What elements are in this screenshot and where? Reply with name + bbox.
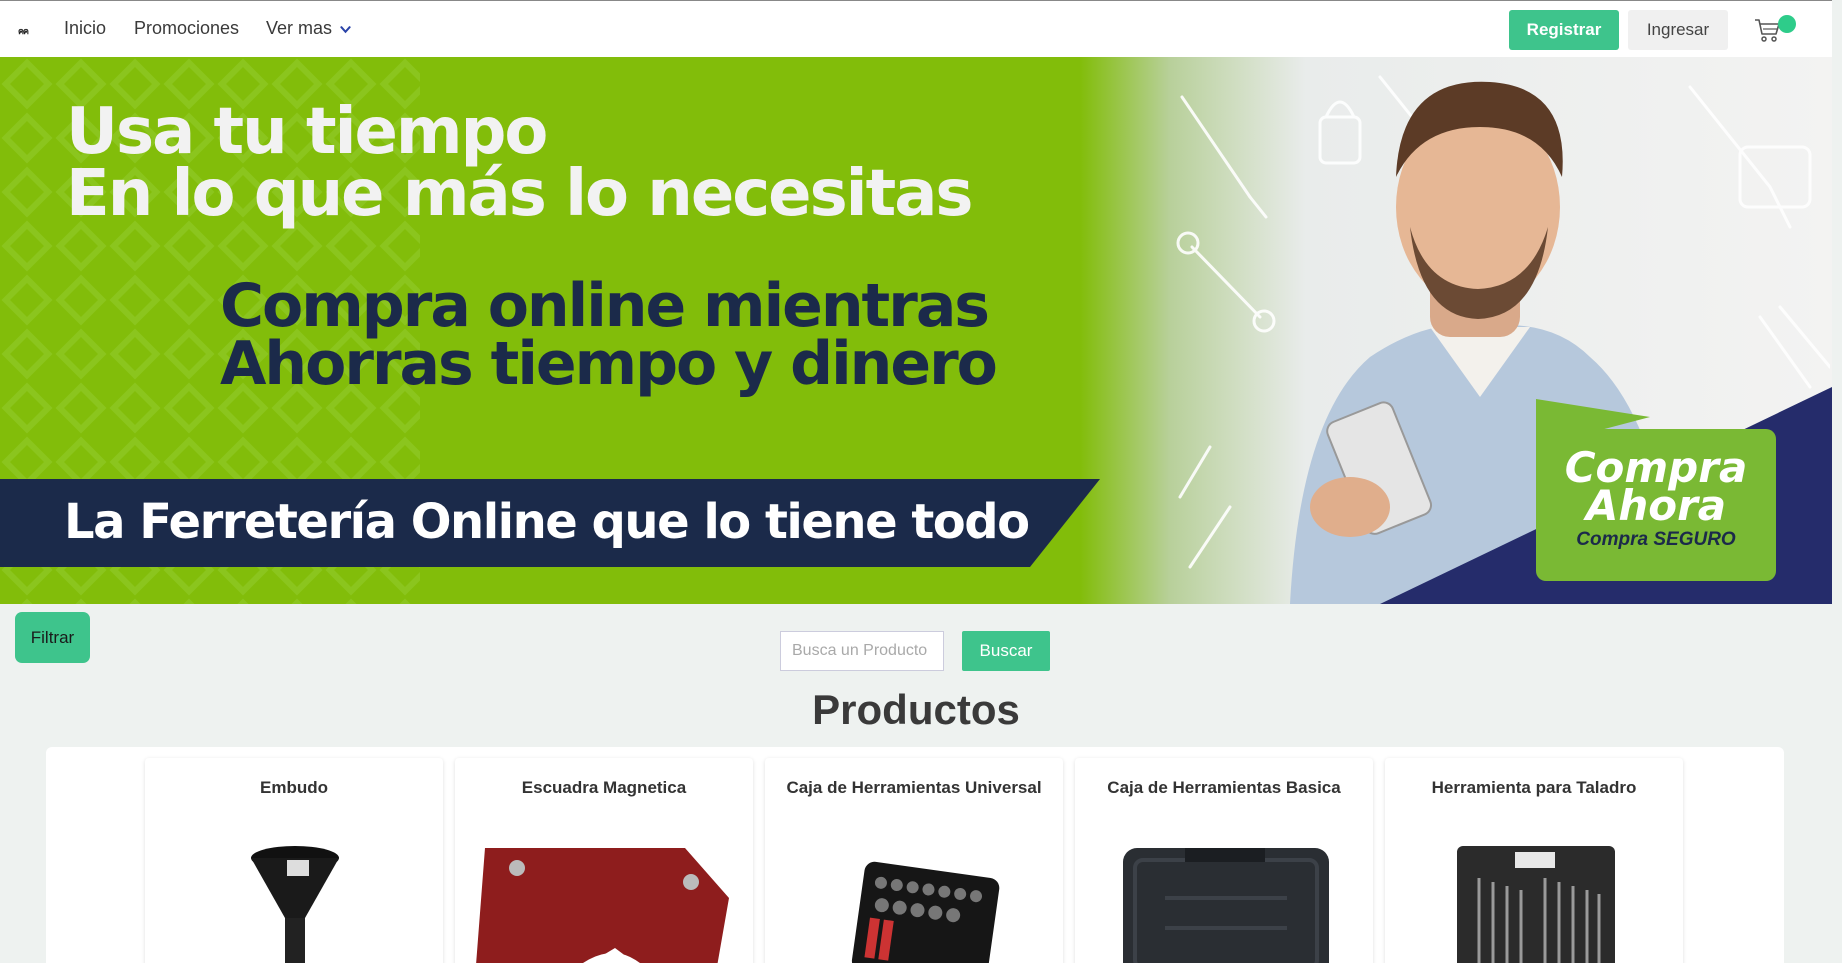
product-card[interactable]: Caja de Herramientas Basica [1075,758,1373,963]
login-button[interactable]: Ingresar [1628,10,1728,50]
search-button[interactable]: Buscar [962,631,1050,671]
register-button[interactable]: Registrar [1509,10,1619,50]
cta-subtitle: Compra SEGURO [1576,529,1736,550]
nav-promociones[interactable]: Promociones [134,18,239,39]
product-name: Embudo [260,778,328,797]
search-input[interactable] [780,631,944,671]
hero-band-text: La Ferretería Online que lo tiene todo [64,494,1030,550]
product-card[interactable]: Herramienta para Taladro [1385,758,1683,963]
nav-inicio[interactable]: Inicio [64,18,106,39]
product-card[interactable]: Embudo [145,758,443,963]
hero-headline-1: Usa tu tiempo En lo que más lo necesitas [66,100,973,226]
product-name: Caja de Herramientas Basica [1107,778,1341,797]
cta-title-2: Ahora [1585,481,1727,530]
product-name: Escuadra Magnetica [521,778,687,797]
hero-banner[interactable]: Usa tu tiempo En lo que más lo necesitas… [0,57,1832,604]
product-name: Caja de Herramientas Universal [786,778,1042,797]
product-image-herramienta-taladro [1457,846,1615,963]
product-card[interactable]: Caja de Herramientas Universal [765,758,1063,963]
product-image-caja-herramientas-basica [1123,848,1329,963]
product-image-caja-herramientas-universal [851,861,1000,963]
products-title: Productos [812,686,1020,733]
nav-ver-mas[interactable]: Ver mas [266,18,351,39]
logo[interactable]: ฅฅ [18,24,29,38]
navbar: ฅฅ Inicio Promociones Ver mas Registrar … [0,0,1832,57]
hero-line-4: Ahorras tiempo y dinero [220,329,998,399]
hero-line-2: En lo que más lo necesitas [66,157,973,231]
chevron-down-icon [340,26,351,34]
nav-ver-mas-label: Ver mas [266,18,333,38]
filter-button[interactable]: Filtrar [15,612,90,663]
hero-headline-2: Compra online mientras Ahorras tiempo y … [220,276,998,394]
buy-now-button[interactable]: Compra Ahora Compra SEGURO [1536,429,1776,581]
product-name: Herramienta para Taladro [1431,778,1637,797]
product-image-escuadra-magnetica [476,848,729,963]
product-card[interactable]: Escuadra Magnetica [455,758,753,963]
cart-badge [1778,15,1796,33]
product-image-embudo [251,846,339,963]
